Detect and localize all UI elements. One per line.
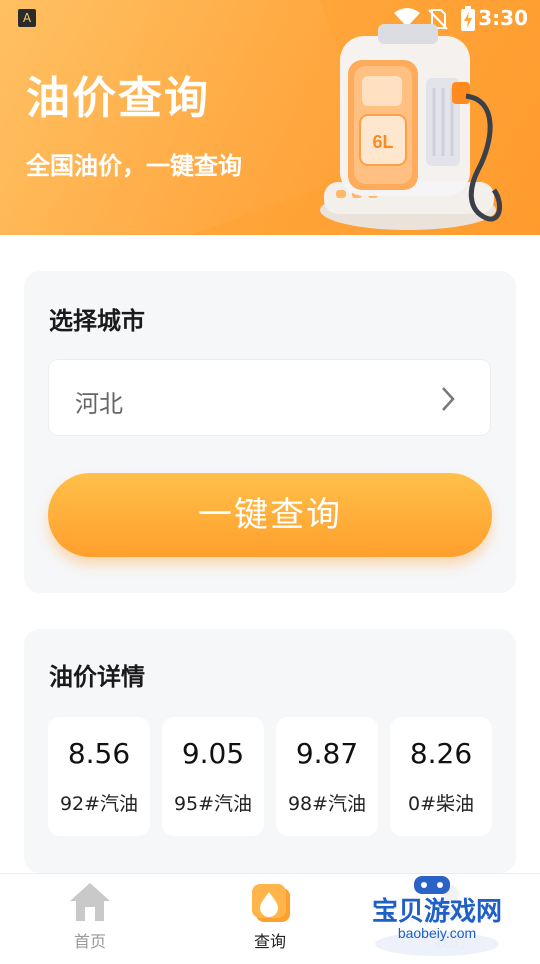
city-selector[interactable]: 河北 <box>48 359 491 436</box>
selected-city: 河北 <box>75 390 123 418</box>
page-subtitle: 全国油价，一键查询 <box>26 152 242 180</box>
tab-query-label: 查询 <box>253 932 286 951</box>
fuel-pump-illustration: 6L <box>320 24 503 230</box>
price-tile-95: 9.05 95#汽油 <box>162 717 264 836</box>
tab-home-label: 首页 <box>73 932 106 951</box>
home-icon <box>70 883 110 921</box>
oil-drop-icon <box>252 884 290 922</box>
price-tile-92: 8.56 92#汽油 <box>48 717 150 836</box>
tab-home[interactable]: 首页 <box>30 874 150 961</box>
watermark-url: baobeiy.com <box>398 925 476 941</box>
query-button[interactable]: 一键查询 <box>48 473 492 557</box>
price-value: 8.56 <box>67 737 131 770</box>
price-value: 9.05 <box>181 737 245 770</box>
watermark: 宝贝游戏网 baobeiy.com <box>362 874 512 960</box>
fuel-type-label: 92#汽油 <box>59 793 139 815</box>
city-select-card: 选择城市 河北 一键查询 <box>24 271 516 593</box>
price-value: 9.87 <box>295 737 359 770</box>
fuel-type-label: 98#汽油 <box>287 793 367 815</box>
app-indicator-icon: A <box>18 9 36 27</box>
fuel-type-label: 95#汽油 <box>173 793 253 815</box>
watermark-text: 宝贝游戏网 <box>372 896 502 927</box>
page-title: 油价查询 <box>26 73 210 124</box>
pump-screen-text: 6L <box>372 132 393 152</box>
tab-query[interactable]: 查询 <box>210 874 330 961</box>
city-card-title: 选择城市 <box>49 307 145 335</box>
hero-banner: A 3:30 油价查询 全国油价，一键查询 6L <box>0 0 540 235</box>
price-card-title: 油价详情 <box>49 663 145 691</box>
watermark-logo: 宝贝游戏网 baobeiy.com <box>367 876 507 956</box>
price-tile-98: 9.87 98#汽油 <box>276 717 378 836</box>
fuel-type-label: 0#柴油 <box>407 793 474 815</box>
price-tile-diesel: 8.26 0#柴油 <box>390 717 492 836</box>
chevron-right-icon <box>442 387 455 411</box>
price-detail-card: 油价详情 8.56 92#汽油 9.05 95#汽油 9.87 98#汽油 8.… <box>24 629 516 873</box>
price-value: 8.26 <box>409 737 473 770</box>
